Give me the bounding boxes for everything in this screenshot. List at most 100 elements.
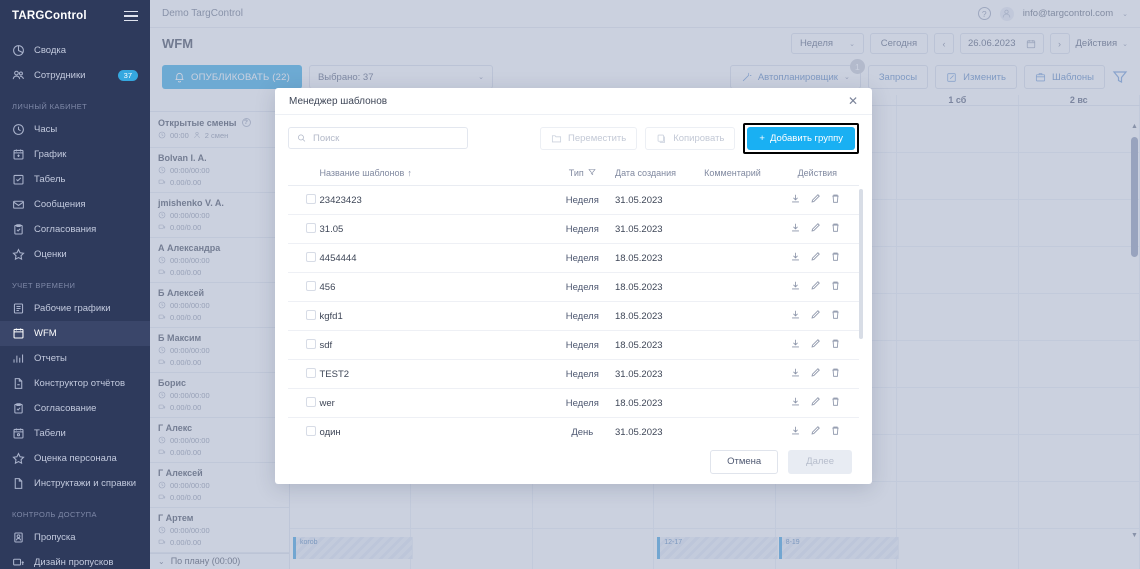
row-checkbox[interactable]: [306, 309, 316, 320]
table-row[interactable]: 456 Неделя 18.05.2023: [288, 272, 859, 302]
edit-pencil-icon[interactable]: [810, 222, 821, 236]
sidebar-item-сотрудники[interactable]: Сотрудники 37: [0, 63, 150, 88]
download-icon[interactable]: [790, 280, 801, 294]
sidebar-item-label: Оценки: [34, 249, 67, 260]
cell-comment: [704, 388, 790, 418]
row-checkbox[interactable]: [306, 280, 316, 291]
table-scrollbar[interactable]: [859, 189, 863, 339]
column-header-created[interactable]: Дата создания: [615, 161, 705, 186]
delete-icon[interactable]: [830, 338, 841, 352]
add-group-button[interactable]: + Добавить группу: [747, 126, 855, 150]
row-checkbox[interactable]: [306, 396, 316, 407]
download-icon[interactable]: [790, 309, 801, 323]
menu-toggle-icon[interactable]: [124, 10, 138, 22]
table-row[interactable]: wer Неделя 18.05.2023: [288, 388, 859, 418]
delete-icon[interactable]: [830, 367, 841, 381]
delete-icon[interactable]: [830, 280, 841, 294]
download-icon[interactable]: [790, 193, 801, 207]
sidebar-item-оценки[interactable]: Оценки: [0, 242, 150, 267]
column-header-type[interactable]: Тип: [549, 161, 616, 186]
cell-type: Неделя: [549, 359, 616, 389]
cell-type: День: [549, 417, 616, 439]
sidebar-item-label: Дизайн пропусков: [34, 557, 114, 568]
delete-icon[interactable]: [830, 193, 841, 207]
cancel-button[interactable]: Отмена: [710, 449, 779, 474]
sidebar-item-инструктажи-и-справки[interactable]: Инструктажи и справки: [0, 471, 150, 496]
edit-pencil-icon[interactable]: [810, 396, 821, 410]
cell-actions: [790, 272, 859, 302]
sidebar-item-рабочие-графики[interactable]: Рабочие графики: [0, 296, 150, 321]
sidebar-item-дизайн-пропусков[interactable]: Дизайн пропусков: [0, 550, 150, 569]
download-icon: [792, 310, 799, 319]
download-icon[interactable]: [790, 396, 801, 410]
search-input[interactable]: [313, 132, 459, 144]
sidebar-nav: Сводка Сотрудники 37 ЛИЧНЫЙ КАБИНЕТ Часы Граф…: [0, 32, 150, 569]
filter-icon[interactable]: [588, 168, 596, 178]
row-checkbox[interactable]: [306, 222, 316, 233]
move-button[interactable]: Переместить: [540, 126, 638, 150]
close-icon[interactable]: ✕: [848, 95, 858, 107]
delete-icon[interactable]: [830, 309, 841, 323]
cell-type: Неделя: [549, 185, 616, 215]
edit-pencil-icon[interactable]: [810, 338, 821, 352]
table-header-row: Название шаблонов ↑ Тип Дата создания Ком…: [288, 161, 859, 186]
sidebar-item-label: Конструктор отчётов: [34, 378, 126, 389]
sidebar-item-wfm[interactable]: WFM: [0, 321, 150, 346]
clipboard-check-icon: [12, 223, 25, 236]
sidebar-item-пропуска[interactable]: Пропуска: [0, 525, 150, 550]
table-row[interactable]: 23423423 Неделя 31.05.2023: [288, 185, 859, 215]
delete-icon[interactable]: [830, 396, 841, 410]
sidebar-item-согласования[interactable]: Согласования: [0, 217, 150, 242]
row-checkbox-cell: [288, 330, 320, 360]
row-checkbox[interactable]: [306, 425, 316, 436]
sidebar-item-сообщения[interactable]: Сообщения: [0, 192, 150, 217]
sidebar-item-табели[interactable]: Табели: [0, 421, 150, 446]
download-icon[interactable]: [790, 425, 801, 439]
table-row[interactable]: 4454444 Неделя 18.05.2023: [288, 243, 859, 273]
cell-created: 18.05.2023: [615, 272, 705, 302]
edit-pencil-icon[interactable]: [810, 251, 821, 265]
row-checkbox[interactable]: [306, 367, 316, 378]
sidebar-item-согласование[interactable]: Согласование: [0, 396, 150, 421]
delete-icon[interactable]: [830, 425, 841, 439]
delete-icon[interactable]: [830, 222, 841, 236]
table-row[interactable]: sdf Неделя 18.05.2023: [288, 330, 859, 360]
users-icon: [12, 70, 24, 80]
sidebar-item-табель[interactable]: Табель: [0, 167, 150, 192]
edit-pencil-icon[interactable]: [810, 309, 821, 323]
column-header-name[interactable]: Название шаблонов ↑: [319, 161, 550, 186]
table-row[interactable]: TEST2 Неделя 31.05.2023: [288, 359, 859, 389]
table-row[interactable]: 31.05 Неделя 31.05.2023: [288, 214, 859, 244]
table-row[interactable]: kgfd1 Неделя 18.05.2023: [288, 301, 859, 331]
edit-pencil-icon[interactable]: [810, 280, 821, 294]
sidebar-item-конструктор-отчётов[interactable]: Конструктор отчётов: [0, 371, 150, 396]
sidebar-item-график[interactable]: График: [0, 142, 150, 167]
row-checkbox[interactable]: [306, 193, 316, 204]
delete-icon: [832, 397, 839, 406]
copy-button[interactable]: Копировать: [645, 126, 736, 150]
download-icon: [792, 223, 799, 232]
download-icon[interactable]: [790, 338, 801, 352]
edit-pencil-icon[interactable]: [810, 425, 821, 439]
templates-table: Название шаблонов ↑ Тип Дата создания Ком…: [288, 161, 859, 439]
sidebar-item-оценка-персонала[interactable]: Оценка персонала: [0, 446, 150, 471]
download-icon[interactable]: [790, 222, 801, 236]
row-checkbox[interactable]: [306, 338, 316, 349]
app-root: TARGControl Сводка Сотрудники 37 ЛИЧНЫЙ КАБ…: [0, 0, 1140, 569]
row-checkbox[interactable]: [306, 251, 316, 262]
sidebar-item-отчеты[interactable]: Отчеты: [0, 346, 150, 371]
table-body: 23423423 Неделя 31.05.2023 31.05 Неделя 31.05…: [288, 185, 859, 439]
sidebar-item-label: Рабочие графики: [34, 303, 111, 314]
delete-icon[interactable]: [830, 251, 841, 265]
table-row[interactable]: один День 31.05.2023: [288, 417, 859, 439]
search-box[interactable]: [288, 127, 468, 149]
edit-pencil-icon[interactable]: [810, 193, 821, 207]
cell-created: 31.05.2023: [615, 185, 705, 215]
download-icon[interactable]: [790, 367, 801, 381]
sidebar-item-часы[interactable]: Часы: [0, 117, 150, 142]
sidebar-item-сводка[interactable]: Сводка: [0, 38, 150, 63]
column-header-type-label: Тип: [568, 168, 584, 178]
cell-name: kgfd1: [319, 301, 550, 331]
edit-pencil-icon[interactable]: [810, 367, 821, 381]
download-icon[interactable]: [790, 251, 801, 265]
